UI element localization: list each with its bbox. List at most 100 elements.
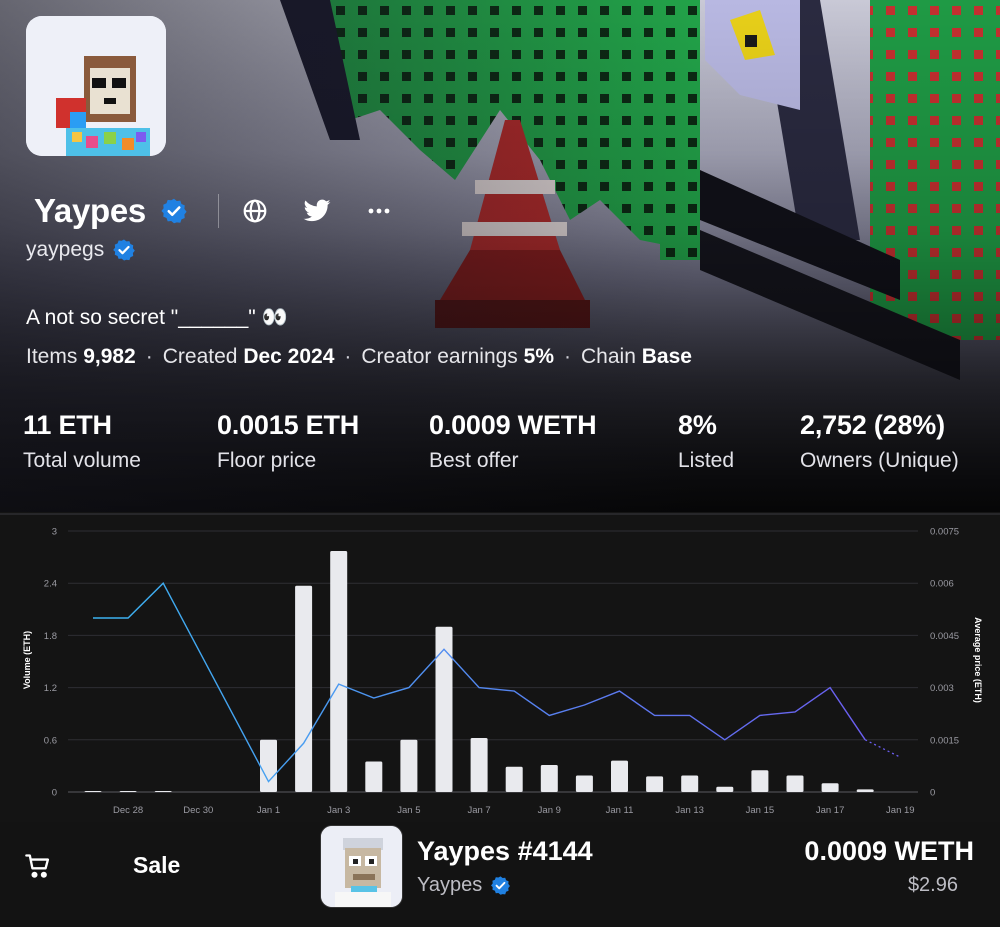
stat-value: 11 ETH bbox=[23, 410, 112, 440]
creator-name[interactable]: yaypegs bbox=[26, 238, 104, 262]
items-label: Items bbox=[26, 345, 78, 368]
collection-description: A not so secret "______" 👀 bbox=[26, 306, 288, 329]
volume-price-chart[interactable]: 0 0.6 1.2 1.8 2.4 3 0 0.0015 0.003 0.0045 0.006 0.0… bbox=[0, 512, 1000, 822]
y-tick-label: 3 bbox=[52, 527, 57, 538]
verified-badge-icon bbox=[490, 875, 511, 896]
y2-tick-label: 0.0075 bbox=[930, 527, 959, 538]
creator-row[interactable]: yaypegs bbox=[26, 238, 136, 262]
stat-label: Floor price bbox=[217, 449, 317, 472]
volume-bar bbox=[821, 783, 839, 792]
items-value: 9,982 bbox=[83, 345, 136, 368]
stat-value: 0.0009 WETH bbox=[429, 410, 597, 440]
y-tick-label: 1.8 bbox=[44, 631, 57, 642]
x-tick-label: Jan 7 bbox=[467, 805, 490, 816]
sale-event-label: Sale bbox=[133, 852, 181, 878]
y-tick-label: 1.2 bbox=[44, 683, 57, 694]
collection-meta: Items 9,982 · Created Dec 2024 · Creator ear… bbox=[26, 345, 692, 369]
stat-value: 8% bbox=[678, 410, 717, 440]
x-tick-label: Jan 11 bbox=[606, 805, 634, 816]
volume-bar bbox=[716, 786, 734, 792]
meta-separator: · bbox=[564, 345, 572, 368]
item-collection-name[interactable]: Yaypes bbox=[417, 874, 482, 897]
y2-tick-label: 0.006 bbox=[930, 579, 954, 590]
y2-tick-label: 0.0015 bbox=[930, 735, 959, 746]
volume-bar bbox=[365, 761, 383, 792]
stat-value: 0.0015 ETH bbox=[217, 410, 360, 440]
avg-price-projection bbox=[864, 739, 901, 758]
twitter-icon[interactable] bbox=[303, 197, 331, 225]
y2-tick-label: 0.0045 bbox=[930, 631, 959, 642]
collection-header-row: Yaypes bbox=[34, 190, 427, 232]
collection-name: Yaypes bbox=[34, 192, 146, 229]
x-tick-label: Jan 13 bbox=[675, 805, 704, 816]
volume-bar bbox=[681, 775, 699, 792]
cart-icon bbox=[24, 852, 52, 880]
stat-label: Owners (Unique) bbox=[800, 449, 959, 472]
volume-bar bbox=[751, 770, 769, 792]
chain-label: Chain bbox=[581, 345, 636, 368]
item-thumbnail[interactable] bbox=[320, 825, 403, 908]
y2-tick-label: 0.003 bbox=[930, 683, 954, 694]
stat-floor-price[interactable]: 0.0015 ETH Floor price bbox=[217, 410, 359, 473]
globe-icon[interactable] bbox=[241, 197, 269, 225]
volume-bar bbox=[646, 776, 664, 792]
y-tick-label: 0.6 bbox=[44, 735, 57, 746]
volume-bar bbox=[435, 626, 453, 792]
x-tick-label: Jan 17 bbox=[816, 805, 845, 816]
x-tick-label: Jan 5 bbox=[397, 805, 420, 816]
volume-bar bbox=[611, 760, 628, 792]
x-tick-label: Dec 28 bbox=[113, 805, 143, 816]
volume-bar bbox=[470, 738, 488, 792]
meta-separator: · bbox=[145, 345, 153, 368]
verified-badge-icon bbox=[160, 197, 188, 225]
item-name[interactable]: Yaypes #4144 bbox=[417, 836, 593, 867]
y2-tick-label: 0 bbox=[930, 788, 935, 799]
recent-sale-row[interactable]: Sale Yaypes #4144 Yaypes 0.0009 WETH $2.… bbox=[0, 822, 1000, 927]
chart-canvas[interactable]: 0 0.6 1.2 1.8 2.4 3 0 0.0015 0.003 0.0045 0.006 0.0… bbox=[0, 512, 1000, 822]
volume-bar bbox=[119, 791, 137, 792]
stat-label: Best offer bbox=[429, 449, 519, 472]
volume-bar bbox=[856, 789, 874, 792]
verified-badge-icon bbox=[112, 238, 136, 262]
y-tick-label: 0 bbox=[52, 788, 57, 799]
y-tick-label: 2.4 bbox=[44, 579, 57, 590]
stat-value: 2,752 (28%) bbox=[800, 410, 945, 440]
created-label: Created bbox=[162, 345, 238, 368]
volume-bar bbox=[505, 766, 523, 792]
x-tick-label: Jan 9 bbox=[538, 805, 561, 816]
x-tick-label: Jan 15 bbox=[746, 805, 775, 816]
header-divider bbox=[217, 194, 219, 228]
x-tick-label: Dec 30 bbox=[183, 805, 213, 816]
volume-bar bbox=[575, 775, 593, 792]
earnings-value: 5% bbox=[523, 345, 555, 368]
x-tick-label: Jan 19 bbox=[886, 805, 915, 816]
volume-bar bbox=[84, 791, 102, 792]
stat-total-volume[interactable]: 11 ETH Total volume bbox=[23, 410, 141, 473]
item-collection[interactable]: Yaypes bbox=[417, 874, 511, 897]
earnings-label: Creator earnings bbox=[361, 345, 518, 368]
stat-label: Listed bbox=[678, 449, 735, 472]
stat-owners[interactable]: 2,752 (28%) Owners (Unique) bbox=[800, 410, 959, 473]
volume-bar bbox=[154, 791, 172, 792]
created-value: Dec 2024 bbox=[243, 345, 335, 368]
collection-banner: Yaypes yaypegs A not so secret "______" … bbox=[0, 0, 1000, 512]
volume-bar bbox=[260, 739, 277, 792]
collection-stats: 11 ETH Total volume 0.0015 ETH Floor pri… bbox=[0, 390, 1000, 512]
sale-price: 0.0009 WETH bbox=[804, 836, 974, 866]
sale-price-usd: $2.96 bbox=[907, 874, 958, 896]
meta-separator: · bbox=[344, 345, 352, 368]
more-icon[interactable] bbox=[365, 197, 393, 225]
stat-label: Total volume bbox=[23, 449, 141, 472]
collection-avatar bbox=[26, 16, 166, 156]
x-tick-label: Jan 1 bbox=[257, 805, 280, 816]
volume-bar bbox=[400, 739, 418, 792]
chain-value: Base bbox=[641, 345, 692, 368]
volume-bar bbox=[330, 551, 348, 792]
volume-bar bbox=[540, 765, 558, 792]
x-tick-label: Jan 3 bbox=[327, 805, 350, 816]
stat-best-offer[interactable]: 0.0009 WETH Best offer bbox=[429, 410, 597, 473]
volume-bar bbox=[295, 585, 313, 792]
volume-bar bbox=[786, 775, 804, 792]
stat-listed[interactable]: 8% Listed bbox=[678, 410, 734, 473]
y2-axis-title: Average price (ETH) bbox=[973, 617, 983, 703]
